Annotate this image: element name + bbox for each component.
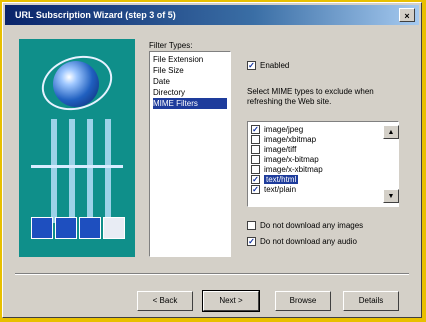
details-button[interactable]: Details (343, 291, 399, 311)
mime-type-label: text/html (264, 174, 299, 184)
mime-type-label: image/x-xbitmap (264, 164, 323, 174)
mime-type-row[interactable]: image/xbitmap (251, 134, 378, 144)
globe-icon (53, 61, 99, 107)
filter-type-item[interactable]: Date (153, 76, 227, 87)
browse-button[interactable]: Browse (275, 291, 331, 311)
illustration-square (103, 217, 125, 239)
mime-types-list[interactable]: ✓ image/jpeg image/xbitmap image/tiff ima… (247, 121, 399, 207)
no-images-checkbox[interactable]: Do not download any images (247, 221, 363, 230)
filter-types-list[interactable]: File Extension File Size Date Directory … (149, 51, 231, 257)
checkbox-box[interactable]: ✓ (251, 184, 260, 194)
checkbox-box[interactable] (251, 154, 260, 164)
mime-type-label: image/jpeg (264, 124, 304, 134)
no-audio-checkbox[interactable]: ✓ Do not download any audio (247, 237, 357, 246)
illustration-bar (51, 119, 57, 223)
mime-type-label: image/tiff (264, 144, 297, 154)
checkbox-box[interactable] (251, 164, 260, 174)
checkbox-box[interactable]: ✓ (251, 124, 260, 134)
filter-type-item-selected[interactable]: MIME Filters (153, 98, 227, 109)
mime-type-row[interactable]: image/x-bitmap (251, 154, 378, 164)
mime-type-row[interactable]: ✓ text/plain (251, 184, 378, 194)
filter-type-item[interactable]: File Extension (153, 54, 227, 65)
wizard-illustration (19, 39, 135, 257)
checkbox-box[interactable] (247, 221, 256, 230)
back-button[interactable]: < Back (137, 291, 193, 311)
checkbox-box[interactable]: ✓ (247, 61, 256, 70)
filter-type-item[interactable]: File Size (153, 65, 227, 76)
checkbox-box[interactable]: ✓ (251, 174, 260, 184)
illustration-bar (69, 119, 75, 223)
checkbox-box[interactable]: ✓ (247, 237, 256, 246)
mime-type-row[interactable]: image/tiff (251, 144, 378, 154)
close-button[interactable]: × (399, 8, 415, 22)
window-title: URL Subscription Wizard (step 3 of 5) (15, 10, 176, 20)
illustration-line (31, 165, 123, 168)
divider (15, 273, 409, 275)
mime-type-row[interactable]: ✓ image/jpeg (251, 124, 378, 134)
filter-types-label: Filter Types: (149, 41, 193, 50)
mime-type-row[interactable]: image/x-xbitmap (251, 164, 378, 174)
no-audio-label: Do not download any audio (260, 237, 357, 246)
illustration-bar (105, 119, 111, 223)
filter-type-item[interactable]: Directory (153, 87, 227, 98)
illustration-bar (87, 119, 93, 223)
wizard-window: URL Subscription Wizard (step 3 of 5) × … (2, 2, 422, 318)
no-images-label: Do not download any images (260, 221, 364, 230)
scroll-down-button[interactable]: ▼ (383, 189, 399, 203)
illustration-square (79, 217, 101, 239)
mime-type-label: image/x-bitmap (264, 154, 319, 164)
next-button[interactable]: Next > (202, 290, 260, 312)
mime-type-label: image/xbitmap (264, 134, 317, 144)
scroll-up-button[interactable]: ▲ (383, 125, 399, 139)
illustration-square (55, 217, 77, 239)
mime-description: Select MIME types to exclude when refres… (247, 87, 374, 106)
illustration-square (31, 217, 53, 239)
checkbox-box[interactable] (251, 134, 260, 144)
title-bar: URL Subscription Wizard (step 3 of 5) × (5, 5, 419, 25)
mime-type-row-selected[interactable]: ✓ text/html (251, 174, 378, 184)
mime-type-label: text/plain (264, 184, 297, 194)
enabled-checkbox[interactable]: ✓ Enabled (247, 61, 289, 70)
checkbox-box[interactable] (251, 144, 260, 154)
enabled-label: Enabled (260, 61, 290, 70)
